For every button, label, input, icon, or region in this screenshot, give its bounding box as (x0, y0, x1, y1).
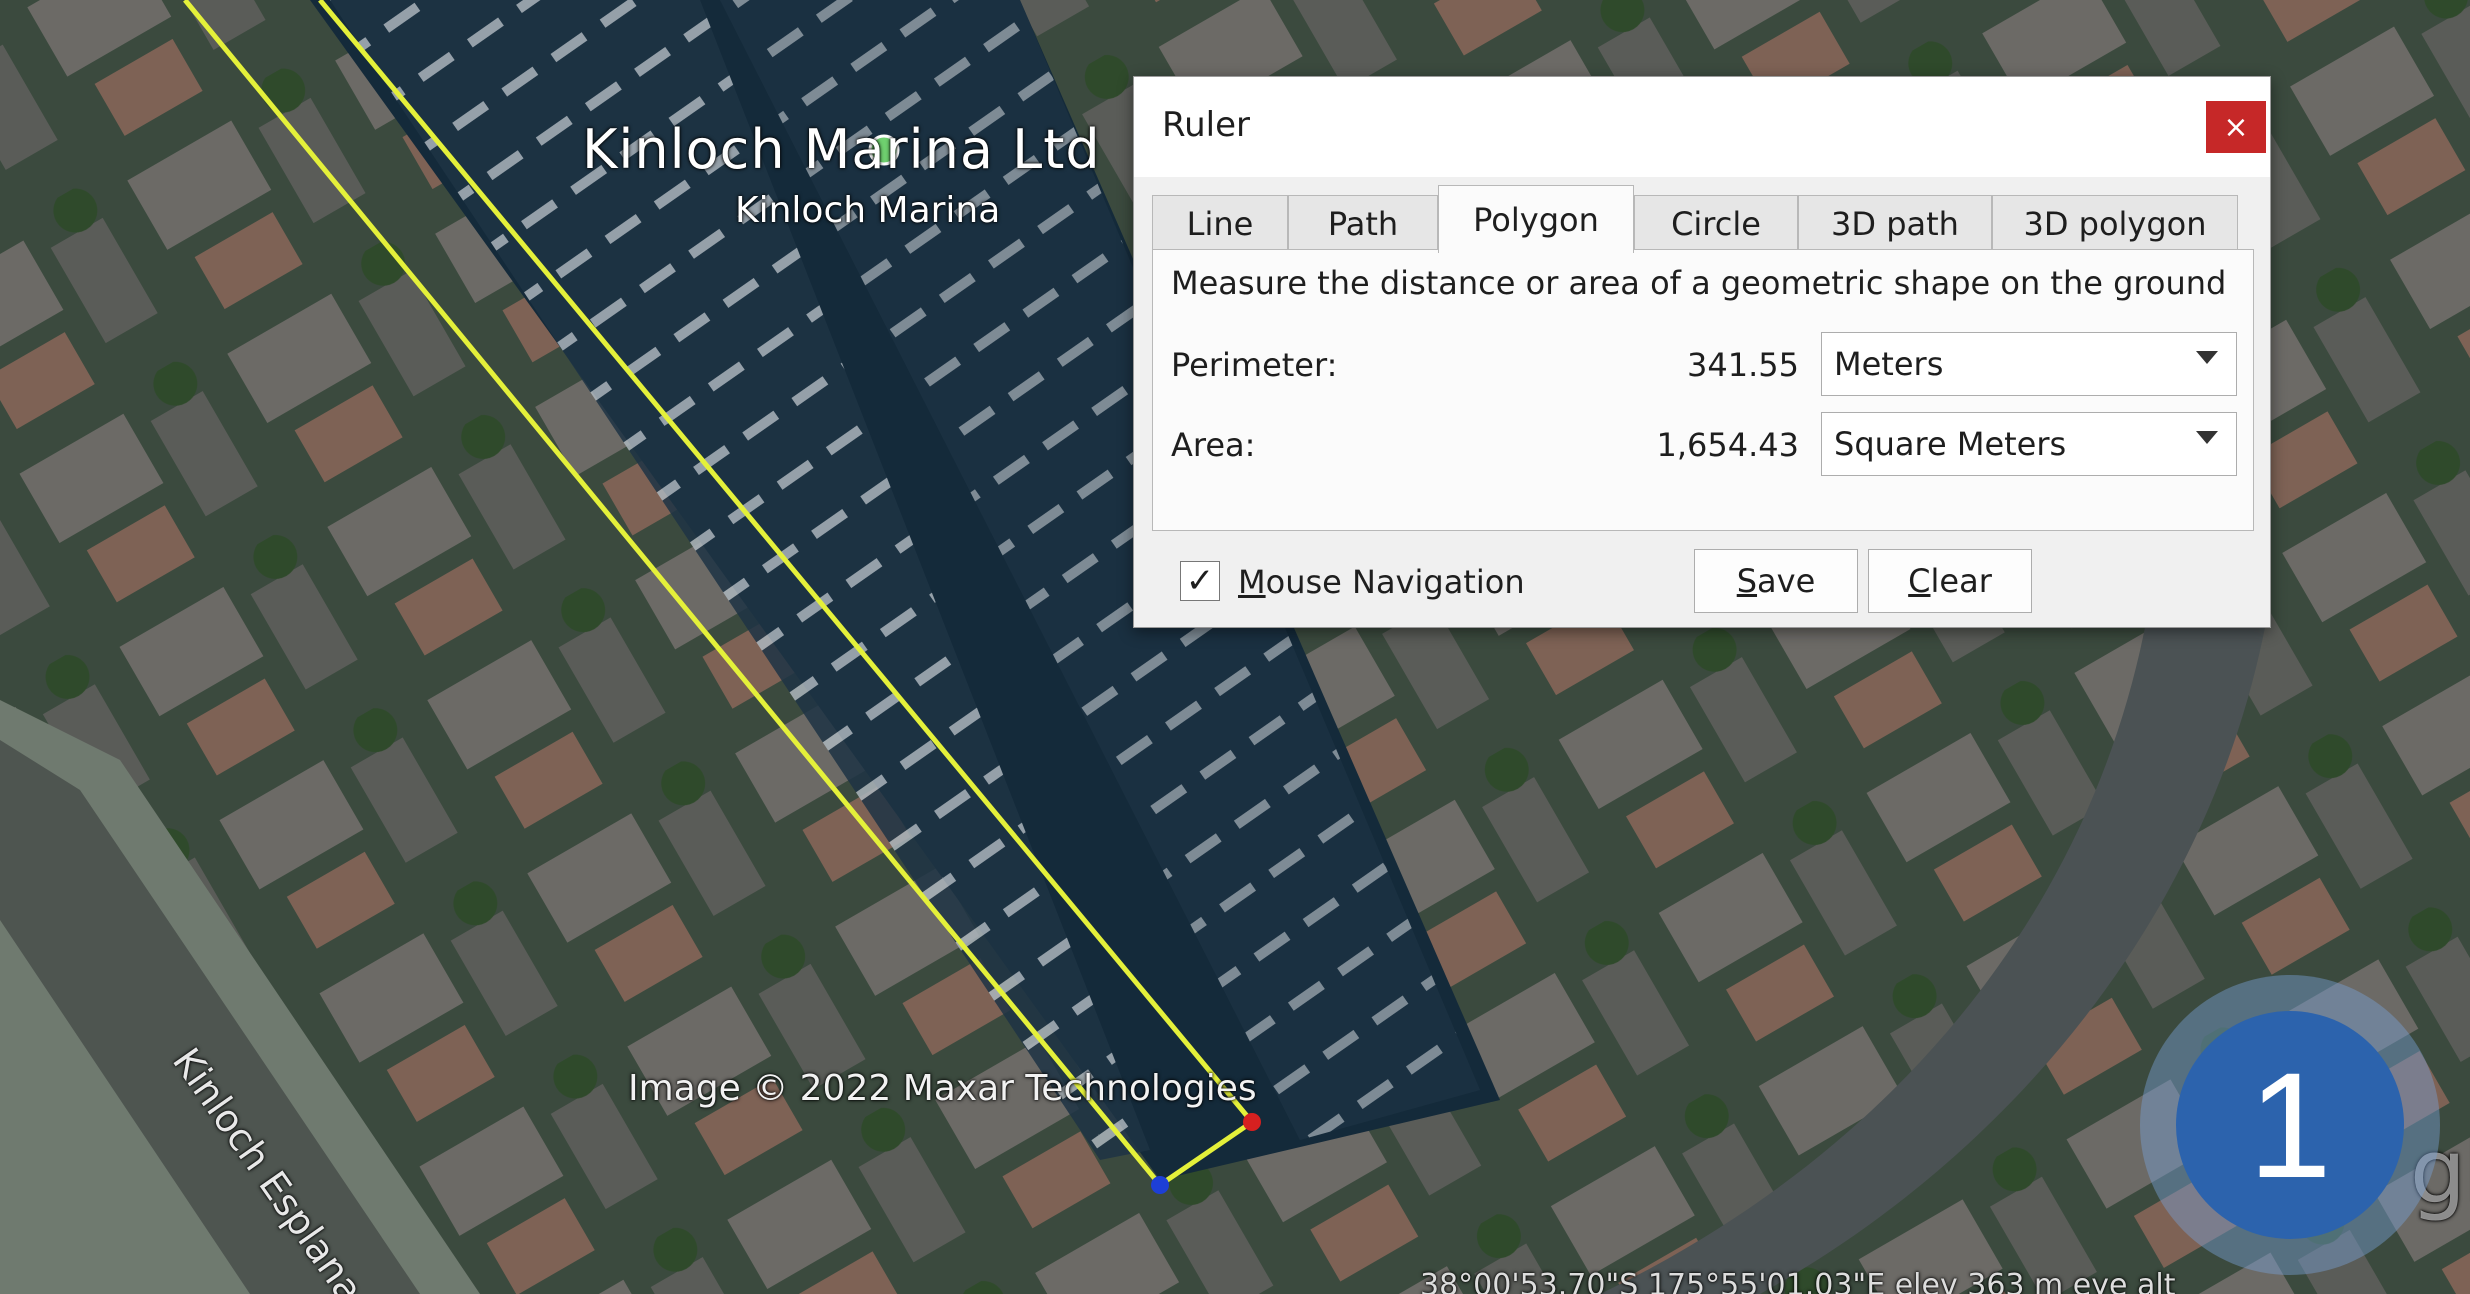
place-title[interactable]: Kinloch Marina Ltd (582, 118, 1101, 181)
vertex-end-marker (1243, 1113, 1261, 1131)
perimeter-label: Perimeter: (1171, 346, 1338, 384)
mouse-navigation-checkbox[interactable]: ✓ (1180, 561, 1220, 601)
tab-3d-path[interactable]: 3D path (1798, 195, 1992, 251)
tab-line[interactable]: Line (1152, 195, 1288, 251)
tab-circle[interactable]: Circle (1634, 195, 1798, 251)
ruler-footer: ✓ Mouse Navigation Save Clear (1134, 547, 2270, 627)
vertex-start-marker (1151, 1176, 1169, 1194)
mnemonic: M (1238, 563, 1266, 601)
perimeter-unit-value: Meters (1834, 345, 1944, 383)
place-subtitle[interactable]: Kinloch Marina (735, 190, 1000, 231)
mnemonic: S (1736, 562, 1758, 600)
area-unit-select[interactable]: Square Meters (1821, 412, 2237, 476)
mouse-navigation-label[interactable]: Mouse Navigation (1238, 563, 1525, 601)
chevron-down-icon (2196, 351, 2218, 364)
dialog-title: Ruler (1162, 105, 1250, 145)
perimeter-unit-select[interactable]: Meters (1821, 332, 2237, 396)
label-rest: ouse Navigation (1265, 563, 1525, 601)
close-icon: × (2223, 109, 2249, 145)
checkmark-icon: ✓ (1185, 561, 1215, 601)
area-label: Area: (1171, 426, 1256, 464)
ruler-dialog: Ruler × Line Path Polygon Circle 3D path… (1133, 76, 2271, 628)
label-rest: ave (1757, 562, 1816, 600)
mnemonic: C (1908, 562, 1931, 600)
label-rest: lear (1930, 562, 1992, 600)
step-number: 1 (2176, 1011, 2404, 1239)
tab-description: Measure the distance or area of a geomet… (1171, 264, 2227, 302)
imagery-credit: Image © 2022 Maxar Technologies (628, 1068, 1257, 1109)
tab-polygon[interactable]: Polygon (1438, 185, 1634, 253)
coords-readout: 38°00'53.70"S 175°55'01.03"E elev 363 m … (1420, 1268, 2176, 1294)
ruler-tabs: Line Path Polygon Circle 3D path 3D poly… (1152, 185, 2252, 253)
tab-3d-polygon[interactable]: 3D polygon (1992, 195, 2238, 251)
clear-button[interactable]: Clear (1868, 549, 2032, 613)
ruler-titlebar[interactable]: Ruler × (1134, 77, 2270, 177)
area-value: 1,654.43 (1656, 426, 1800, 464)
chevron-down-icon (2196, 431, 2218, 444)
step-badge: 1 (2140, 975, 2440, 1275)
tab-path[interactable]: Path (1288, 195, 1438, 251)
save-button[interactable]: Save (1694, 549, 1858, 613)
close-button[interactable]: × (2206, 101, 2266, 153)
area-unit-value: Square Meters (1834, 425, 2067, 463)
polygon-panel: Measure the distance or area of a geomet… (1152, 249, 2254, 531)
perimeter-value: 341.55 (1687, 346, 1799, 384)
